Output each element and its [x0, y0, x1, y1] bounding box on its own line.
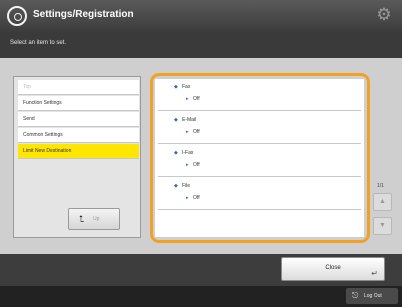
list-item-e-mail[interactable]: ◆ E-Mail ▸ Off — [158, 112, 361, 144]
up-button-label: Up — [93, 216, 100, 222]
page-count: 1/1 — [377, 183, 384, 189]
tree-item-top: Top — [18, 80, 139, 95]
destination-list: ◆ Fax ▸ Off ◆ E-Mail ▸ Off ◆ I-Fax ▸ Off… — [155, 79, 364, 237]
page-title: Settings/Registration — [33, 9, 134, 20]
list-item-value: Off — [193, 195, 200, 201]
bullet-icon: ◆ — [174, 117, 178, 123]
tree-item-limit-new-destination[interactable]: Limit New Destination — [18, 144, 139, 159]
close-button[interactable]: Close ↵ — [281, 257, 385, 281]
up-button[interactable]: ⮤ Up — [68, 208, 120, 230]
sub-bullet-icon: ▸ — [186, 195, 189, 201]
bullet-icon: ◆ — [174, 183, 178, 189]
list-item-name: Fax — [182, 84, 191, 90]
instruction-text: Select an item to set. — [10, 40, 67, 46]
log-out-icon: ⎋ — [352, 291, 359, 300]
gear-icon[interactable]: ⚙ — [375, 6, 393, 24]
up-arrow-icon: ⮤ — [79, 214, 85, 224]
settings-registration-icon — [7, 6, 27, 26]
bullet-icon: ◆ — [174, 150, 178, 156]
sub-bullet-icon: ▸ — [186, 162, 189, 168]
tree-item-common-settings[interactable]: Common Settings — [18, 128, 139, 143]
log-out-label: Log Out — [364, 293, 382, 299]
log-out-button[interactable]: ⎋ Log Out — [346, 288, 398, 304]
list-item-fax[interactable]: ◆ Fax ▸ Off — [158, 79, 361, 111]
enter-icon: ↵ — [371, 269, 378, 278]
tree-item-send[interactable]: Send — [18, 112, 139, 127]
tree-item-function-settings[interactable]: Function Settings — [18, 96, 139, 111]
list-item-name: E-Mail — [182, 117, 197, 123]
list-item-i-fax[interactable]: ◆ I-Fax ▸ Off — [158, 145, 361, 177]
sub-bullet-icon: ▸ — [186, 96, 189, 102]
scroll-down-button[interactable]: ▼ — [373, 217, 392, 235]
list-item-name: File — [182, 183, 191, 189]
list-item-name: I-Fax — [182, 150, 194, 156]
list-item-file[interactable]: ◆ File ▸ Off — [158, 178, 361, 210]
list-item-value: Off — [193, 129, 200, 135]
scroll-up-button[interactable]: ▲ — [373, 193, 392, 211]
bullet-icon: ◆ — [174, 84, 178, 90]
sub-bullet-icon: ▸ — [186, 129, 189, 135]
list-item-value: Off — [193, 96, 200, 102]
list-item-value: Off — [193, 162, 200, 168]
close-button-label: Close — [325, 265, 341, 271]
status-bar — [0, 286, 402, 307]
